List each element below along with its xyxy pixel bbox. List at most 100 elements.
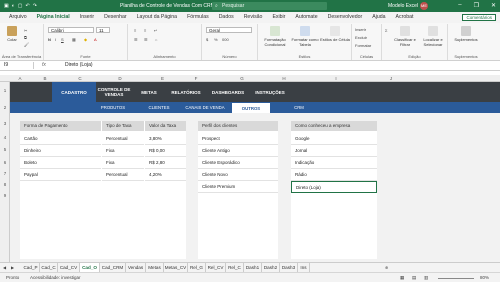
close-icon[interactable]: ✕: [491, 2, 496, 9]
column-header[interactable]: A: [10, 75, 30, 82]
formula-input[interactable]: Direto (Loja): [65, 62, 93, 69]
ribbon-tab[interactable]: Fórmulas: [182, 12, 214, 23]
thousands-icon[interactable]: 000: [222, 37, 229, 42]
bold-button[interactable]: N: [48, 37, 51, 42]
number-format-select[interactable]: Geral: [206, 27, 252, 33]
currency-icon[interactable]: $: [206, 37, 208, 42]
column-header[interactable]: G: [207, 75, 277, 82]
table-cell[interactable]: Percentual: [102, 169, 144, 181]
fx-icon[interactable]: fx: [42, 62, 46, 68]
table-cell[interactable]: Fixa: [102, 157, 144, 169]
table-cell[interactable]: Percentual: [102, 133, 144, 145]
delete-cells-button[interactable]: Excluir: [355, 35, 367, 40]
column-header[interactable]: J: [381, 75, 401, 82]
fill-color-icon[interactable]: ◆: [84, 37, 87, 42]
table-cell[interactable]: 3,80%: [145, 133, 186, 145]
align-middle-icon[interactable]: ≡: [144, 28, 146, 33]
align-left-icon[interactable]: ☰: [134, 37, 138, 42]
ribbon-tab[interactable]: Revisão: [239, 12, 268, 23]
list-item[interactable]: Cliente Esporádico: [198, 157, 278, 169]
list-item[interactable]: Rádio: [291, 169, 377, 181]
table-cell[interactable]: Dinheiro: [20, 145, 101, 157]
nav-cadastro[interactable]: CADASTRO: [52, 82, 96, 102]
list-item[interactable]: Google: [291, 133, 377, 145]
table-cell[interactable]: 4,20%: [145, 169, 186, 181]
column-header[interactable]: C: [60, 75, 100, 82]
percent-icon[interactable]: %: [214, 37, 218, 42]
ribbon-tab[interactable]: Acrobat: [391, 12, 419, 23]
align-top-icon[interactable]: ≡: [134, 28, 136, 33]
row-header[interactable]: 9: [0, 193, 10, 198]
ribbon-tab[interactable]: Dados: [214, 12, 239, 23]
ribbon-tab[interactable]: Desenvolvedor: [323, 12, 368, 23]
find-select-button[interactable]: Localizar e Selecionar: [420, 26, 446, 47]
table-cell[interactable]: Boleto: [20, 157, 101, 169]
table-cell[interactable]: Paypal: [20, 169, 101, 181]
row-header[interactable]: 7: [0, 171, 10, 176]
ribbon-tab[interactable]: Página Inicial: [31, 12, 75, 24]
font-color-icon[interactable]: A: [94, 37, 97, 42]
copy-icon[interactable]: ⧉: [24, 35, 27, 40]
wrap-text-icon[interactable]: ↵: [154, 28, 157, 33]
column-header[interactable]: E: [140, 75, 185, 82]
column-header[interactable]: H: [277, 75, 291, 82]
insert-cells-button[interactable]: Inserir: [355, 27, 366, 32]
merge-icon[interactable]: ⇔: [154, 37, 158, 42]
column-header[interactable]: D: [100, 75, 140, 82]
row-header[interactable]: 1: [0, 88, 10, 93]
nav-dashboards[interactable]: DASHBOARDS: [206, 82, 250, 102]
restore-icon[interactable]: ❐: [474, 2, 479, 9]
ribbon-tab[interactable]: Arquivo: [4, 12, 32, 23]
cell-styles-button[interactable]: Estilos de Célula: [320, 26, 350, 42]
italic-button[interactable]: I: [55, 37, 56, 42]
subnav-crm[interactable]: CRM: [288, 102, 310, 113]
table-cell[interactable]: Cartão: [20, 133, 101, 145]
font-name-select[interactable]: Calibri: [48, 27, 94, 33]
subnav-clientes[interactable]: CLIENTES: [144, 102, 174, 113]
subnav-canais-de-venda[interactable]: CANAIS DE VENDA: [182, 102, 228, 113]
row-header[interactable]: 8: [0, 182, 10, 187]
row-header[interactable]: 2: [0, 105, 10, 110]
comments-button[interactable]: Comentários: [462, 14, 496, 21]
scroll-right-icon[interactable]: ▶: [11, 265, 14, 270]
column-header[interactable]: B: [30, 75, 60, 82]
redo-icon[interactable]: ↷: [33, 3, 37, 9]
selected-cell[interactable]: Direto (Loja): [291, 181, 377, 193]
scroll-left-icon[interactable]: ◀: [3, 265, 6, 270]
minimize-icon[interactable]: –: [458, 2, 461, 9]
ribbon-tab[interactable]: Desenhar: [99, 12, 132, 23]
cut-icon[interactable]: ✂: [24, 28, 27, 33]
nav-metas[interactable]: METAS: [132, 82, 166, 102]
column-header[interactable]: F: [185, 75, 207, 82]
list-item[interactable]: Cliente Antigo: [198, 145, 278, 157]
row-header[interactable]: 6: [0, 160, 10, 165]
font-size-select[interactable]: 11: [96, 27, 110, 33]
ribbon-tab[interactable]: Ajuda: [367, 12, 390, 23]
ribbon-tab[interactable]: Layout da Página: [132, 12, 182, 23]
nav-controle-de-vendas[interactable]: CONTROLE DE VENDAS: [96, 82, 132, 102]
row-header[interactable]: 3: [0, 121, 10, 126]
subnav-produtos[interactable]: PRODUTOS: [98, 102, 128, 113]
nav-relatorios[interactable]: RELATÓRIOS: [166, 82, 206, 102]
sort-filter-button[interactable]: Classificar e Filtrar: [392, 26, 418, 47]
list-item[interactable]: Prospect: [198, 133, 278, 145]
add-sheet-icon[interactable]: ⊕: [385, 265, 388, 270]
list-item[interactable]: Cliente Premium: [198, 181, 278, 193]
search-input[interactable]: ⌕ Pesquisar: [212, 2, 327, 10]
avatar[interactable]: ME: [420, 2, 428, 10]
autosum-icon[interactable]: Σ: [385, 28, 387, 33]
row-header[interactable]: 5: [0, 147, 10, 152]
account-name[interactable]: Modelo Excel: [388, 3, 418, 9]
nav-instrucoes[interactable]: INSTRUÇÕES: [250, 82, 290, 102]
row-header[interactable]: 4: [0, 135, 10, 140]
ribbon-tab[interactable]: Automate: [290, 12, 322, 23]
name-box[interactable]: I9: [2, 62, 34, 69]
subnav-outros[interactable]: OUTROS: [232, 103, 270, 113]
table-cell[interactable]: R$ 2,80: [145, 157, 186, 169]
addins-button[interactable]: Suplementos: [452, 26, 480, 42]
ribbon-tab[interactable]: Exibir: [267, 12, 290, 23]
undo-icon[interactable]: ↶: [26, 3, 30, 9]
table-cell[interactable]: R$ 0,00: [145, 145, 186, 157]
autosave-toggle[interactable]: ◐: [12, 3, 15, 9]
format-painter-icon[interactable]: 🖌: [24, 42, 29, 47]
